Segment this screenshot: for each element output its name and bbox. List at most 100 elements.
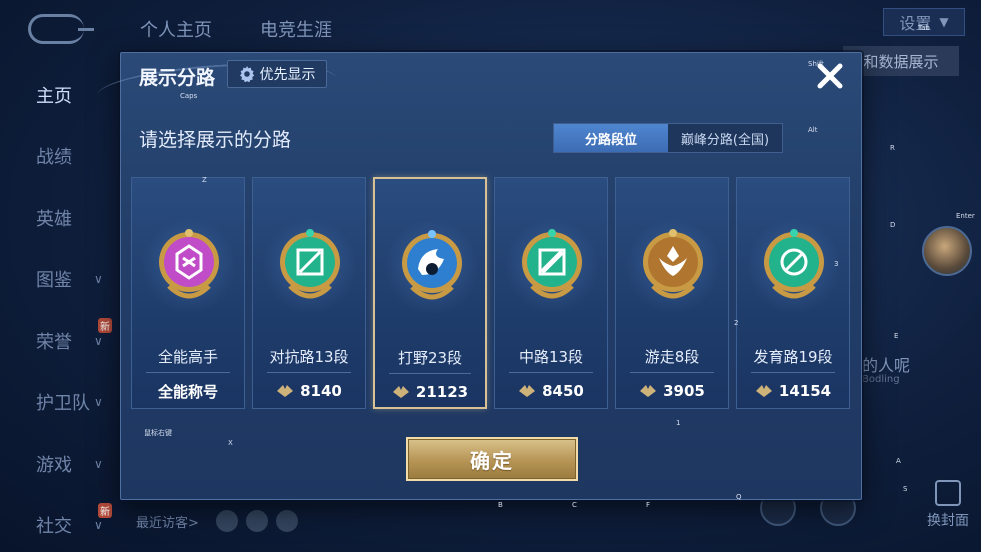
tab-esports-career[interactable]: 电竞生涯 xyxy=(260,16,332,42)
lane-name: 全能高手 xyxy=(157,348,218,366)
visitor-avatar[interactable] xyxy=(246,510,268,532)
sidebar-item-label: 护卫队 xyxy=(36,393,90,415)
sidebar-item-codex[interactable]: 图鉴 ∨ xyxy=(0,249,118,311)
lane-score: 3905 xyxy=(616,378,728,404)
all-round-emblem-icon xyxy=(141,218,237,314)
key-hint: C xyxy=(572,501,577,509)
divider xyxy=(630,372,714,373)
toggle-peak-lane-national[interactable]: 巅峰分路(全国) xyxy=(668,124,782,152)
sidebar-item-game[interactable]: 游戏 ∨ xyxy=(0,433,118,495)
key-hint: X xyxy=(228,439,233,447)
key-hint: F xyxy=(646,501,651,509)
change-cover-button[interactable]: 换封面 xyxy=(922,480,974,530)
key-hint: 3 xyxy=(834,260,839,268)
sidebar-item-label: 社交 xyxy=(36,516,72,538)
lane-card-roam[interactable]: 游走8段 3905 xyxy=(615,177,729,409)
rank-points-icon xyxy=(640,385,657,397)
lane-name: 对抗路13段 xyxy=(269,348,349,366)
lane-score-value: 8140 xyxy=(300,382,342,400)
lane-score: 14154 xyxy=(737,378,849,404)
lane-card-all-round[interactable]: 全能高手 全能称号 xyxy=(131,177,245,409)
key-hint: A xyxy=(896,457,901,465)
priority-display-button[interactable]: 优先显示 xyxy=(227,60,327,88)
sidebar-item-social[interactable]: 社交 新 ∨ xyxy=(0,495,118,552)
gear-icon xyxy=(239,66,254,82)
lane-name: 游走8段 xyxy=(644,348,700,366)
key-hint: D xyxy=(890,221,896,229)
lane-score-value: 3905 xyxy=(663,382,705,400)
chevron-down-icon: ∨ xyxy=(94,456,103,471)
jungle-emblem-icon xyxy=(384,219,480,315)
tab-personal-home[interactable]: 个人主页 xyxy=(140,16,212,42)
chevron-down-icon: ∨ xyxy=(94,272,103,287)
lane-card-mid[interactable]: 中路13段 8450 xyxy=(494,177,608,409)
lane-score: 8140 xyxy=(253,378,365,404)
rank-points-icon xyxy=(392,386,409,398)
rank-points-icon xyxy=(519,385,536,397)
key-hint: 2 xyxy=(734,319,739,327)
lane-card-farm[interactable]: 发育路19段 14154 xyxy=(736,177,850,409)
key-hint: Caps xyxy=(180,92,198,100)
sidebar-item-honor[interactable]: 荣誉 新 ∨ xyxy=(0,310,118,372)
image-icon xyxy=(935,480,961,506)
lane-name: 中路13段 xyxy=(518,348,584,366)
lane-card-jungle[interactable]: 打野23段 21123 xyxy=(373,177,487,409)
lane-score: 全能称号 xyxy=(132,378,244,404)
lane-card-clash[interactable]: 对抗路13段 8140 xyxy=(252,177,366,409)
confirm-button[interactable]: 确定 xyxy=(406,437,578,481)
key-hint: S xyxy=(903,485,908,493)
sidebar-item-records[interactable]: 战绩 xyxy=(0,126,118,188)
key-hint: Shift xyxy=(808,60,824,68)
divider xyxy=(267,372,351,373)
key-hint: R xyxy=(890,144,895,152)
clash-lane-emblem-icon xyxy=(262,218,358,314)
avatar[interactable] xyxy=(922,226,972,276)
sidebar-item-label: 主页 xyxy=(36,85,72,107)
visitor-avatar[interactable] xyxy=(216,510,238,532)
rank-points-icon xyxy=(277,385,294,397)
dialog-title: 展示分路 xyxy=(139,67,216,89)
key-hint: E xyxy=(894,332,899,340)
divider xyxy=(509,372,593,373)
rank-points-icon xyxy=(755,385,772,397)
sidebar-item-label: 荣誉 xyxy=(36,331,72,353)
sidebar-item-label: 战绩 xyxy=(36,147,72,169)
visitor-avatar[interactable] xyxy=(276,510,298,532)
dialog-subtitle: 请选择展示的分路 xyxy=(139,129,292,151)
lane-score-value: 8450 xyxy=(542,382,584,400)
key-hint: Enter xyxy=(956,212,975,220)
priority-display-label: 优先显示 xyxy=(259,67,316,83)
sidebar-item-heroes[interactable]: 英雄 xyxy=(0,187,118,249)
key-hint: Z xyxy=(202,176,207,184)
lane-score-value: 全能称号 xyxy=(157,382,218,401)
chevron-down-icon: ∨ xyxy=(94,518,103,533)
key-hint: 1 xyxy=(676,419,681,427)
back-icon[interactable] xyxy=(28,14,94,44)
new-badge: 新 xyxy=(98,502,112,518)
chevron-down-icon: ∨ xyxy=(94,395,103,410)
farm-lane-emblem-icon xyxy=(746,218,842,314)
sidebar-item-label: 游戏 xyxy=(36,454,72,476)
toggle-lane-rank[interactable]: 分路段位 xyxy=(554,124,668,152)
lane-score: 8450 xyxy=(495,378,607,404)
divider xyxy=(389,373,471,374)
lane-mode-toggle: 分路段位 巅峰分路(全国) xyxy=(553,123,783,153)
lane-score: 21123 xyxy=(375,379,485,405)
key-hint: B xyxy=(498,501,503,509)
divider xyxy=(146,372,230,373)
profile-subtext: Bodling xyxy=(862,374,900,385)
chevron-down-icon: ∨ xyxy=(94,333,103,348)
lane-name: 发育路19段 xyxy=(753,348,833,366)
lane-name: 打野23段 xyxy=(397,349,463,367)
sidebar-item-label: 图鉴 xyxy=(36,270,72,292)
sidebar-item-label: 英雄 xyxy=(36,208,72,230)
lane-score-value: 21123 xyxy=(415,383,469,401)
sidebar-item-guard-team[interactable]: 护卫队 ∨ xyxy=(0,372,118,434)
key-hint: Q xyxy=(736,493,742,501)
divider xyxy=(751,372,835,373)
key-hint: Tab xyxy=(918,24,930,32)
lane-display-dialog: 展示分路 优先显示 请选择展示的分路 分路段位 巅峰分路(全国) 全能高手 全能… xyxy=(95,52,862,500)
recent-visitors-link[interactable]: 最近访客> xyxy=(136,512,199,531)
mid-lane-emblem-icon xyxy=(504,218,600,314)
profile-text: 的人呢 xyxy=(862,356,911,375)
